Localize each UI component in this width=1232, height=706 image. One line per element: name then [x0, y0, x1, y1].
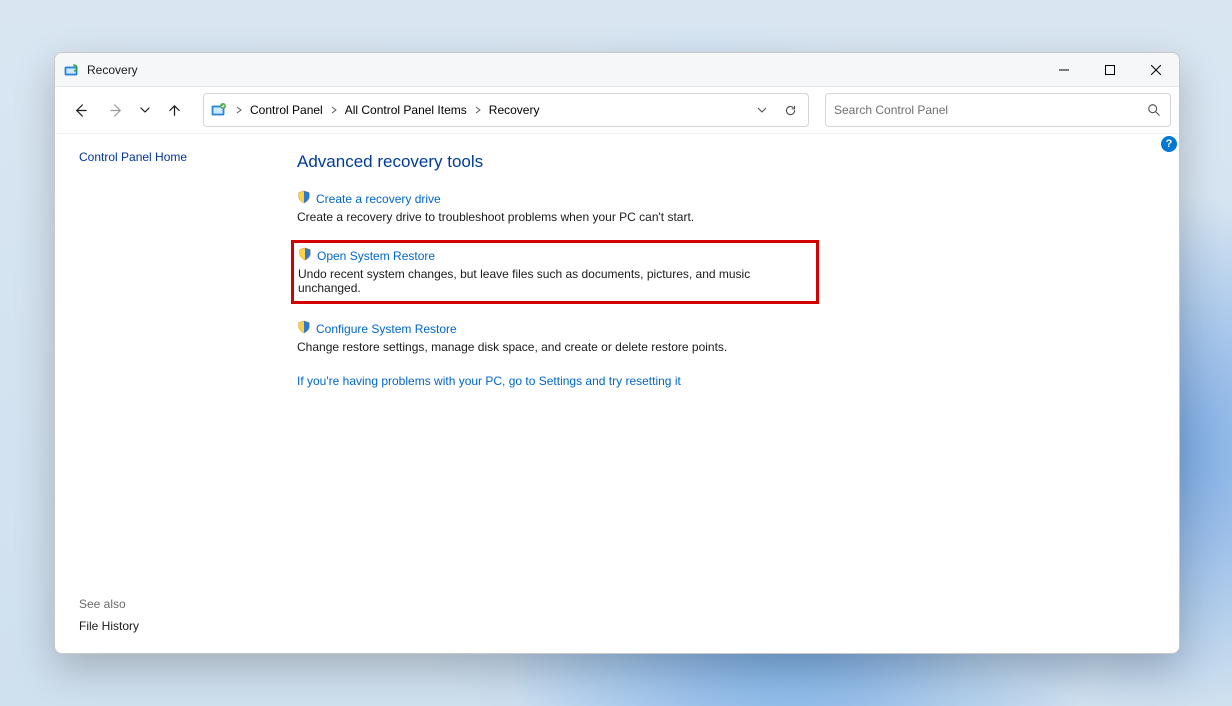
titlebar: Recovery	[55, 53, 1179, 87]
toolbar: Control Panel All Control Panel Items Re…	[55, 87, 1179, 134]
create-recovery-drive-desc: Create a recovery drive to troubleshoot …	[297, 210, 1159, 224]
tool-create-recovery-drive: Create a recovery drive Create a recover…	[297, 190, 1159, 224]
see-also-label: See also	[79, 597, 289, 611]
up-button[interactable]	[157, 93, 191, 127]
chevron-right-icon[interactable]	[471, 106, 485, 114]
create-recovery-drive-link[interactable]: Create a recovery drive	[316, 192, 441, 206]
configure-system-restore-link[interactable]: Configure System Restore	[316, 322, 457, 336]
control-panel-icon	[210, 101, 228, 119]
content-area: ? Advanced recovery tools Create a recov…	[289, 134, 1179, 653]
search-icon[interactable]	[1144, 103, 1164, 117]
recovery-window: Recovery	[54, 52, 1180, 654]
close-button[interactable]	[1133, 53, 1179, 86]
forward-button[interactable]	[99, 93, 133, 127]
search-input[interactable]	[832, 102, 1144, 118]
reset-pc-link[interactable]: If you're having problems with your PC, …	[297, 374, 681, 388]
address-bar[interactable]: Control Panel All Control Panel Items Re…	[203, 93, 809, 127]
chevron-right-icon[interactable]	[232, 106, 246, 114]
file-history-link[interactable]: File History	[79, 619, 289, 633]
shield-icon	[297, 320, 311, 337]
open-system-restore-desc: Undo recent system changes, but leave fi…	[298, 267, 810, 295]
page-heading: Advanced recovery tools	[297, 152, 1159, 172]
shield-icon	[297, 190, 311, 207]
search-box[interactable]	[825, 93, 1171, 127]
window-body: Control Panel Home See also File History…	[55, 134, 1179, 653]
highlight-open-system-restore: Open System Restore Undo recent system c…	[291, 240, 819, 304]
sidebar: Control Panel Home See also File History	[55, 134, 289, 653]
maximize-button[interactable]	[1087, 53, 1133, 86]
minimize-button[interactable]	[1041, 53, 1087, 86]
address-dropdown-button[interactable]	[748, 95, 776, 125]
help-button[interactable]: ?	[1161, 136, 1177, 152]
desktop-background: Recovery	[0, 0, 1232, 706]
window-title: Recovery	[87, 63, 138, 77]
recent-locations-button[interactable]	[135, 93, 155, 127]
breadcrumb-all-items[interactable]: All Control Panel Items	[341, 103, 471, 117]
breadcrumb-recovery[interactable]: Recovery	[485, 103, 544, 117]
back-button[interactable]	[63, 93, 97, 127]
breadcrumb-control-panel[interactable]: Control Panel	[246, 103, 327, 117]
open-system-restore-link[interactable]: Open System Restore	[317, 249, 435, 263]
control-panel-home-link[interactable]: Control Panel Home	[79, 148, 289, 166]
refresh-button[interactable]	[776, 95, 804, 125]
tool-configure-system-restore: Configure System Restore Change restore …	[297, 320, 1159, 354]
chevron-right-icon[interactable]	[327, 106, 341, 114]
shield-icon	[298, 247, 312, 264]
recovery-app-icon	[64, 62, 80, 78]
configure-system-restore-desc: Change restore settings, manage disk spa…	[297, 340, 1159, 354]
